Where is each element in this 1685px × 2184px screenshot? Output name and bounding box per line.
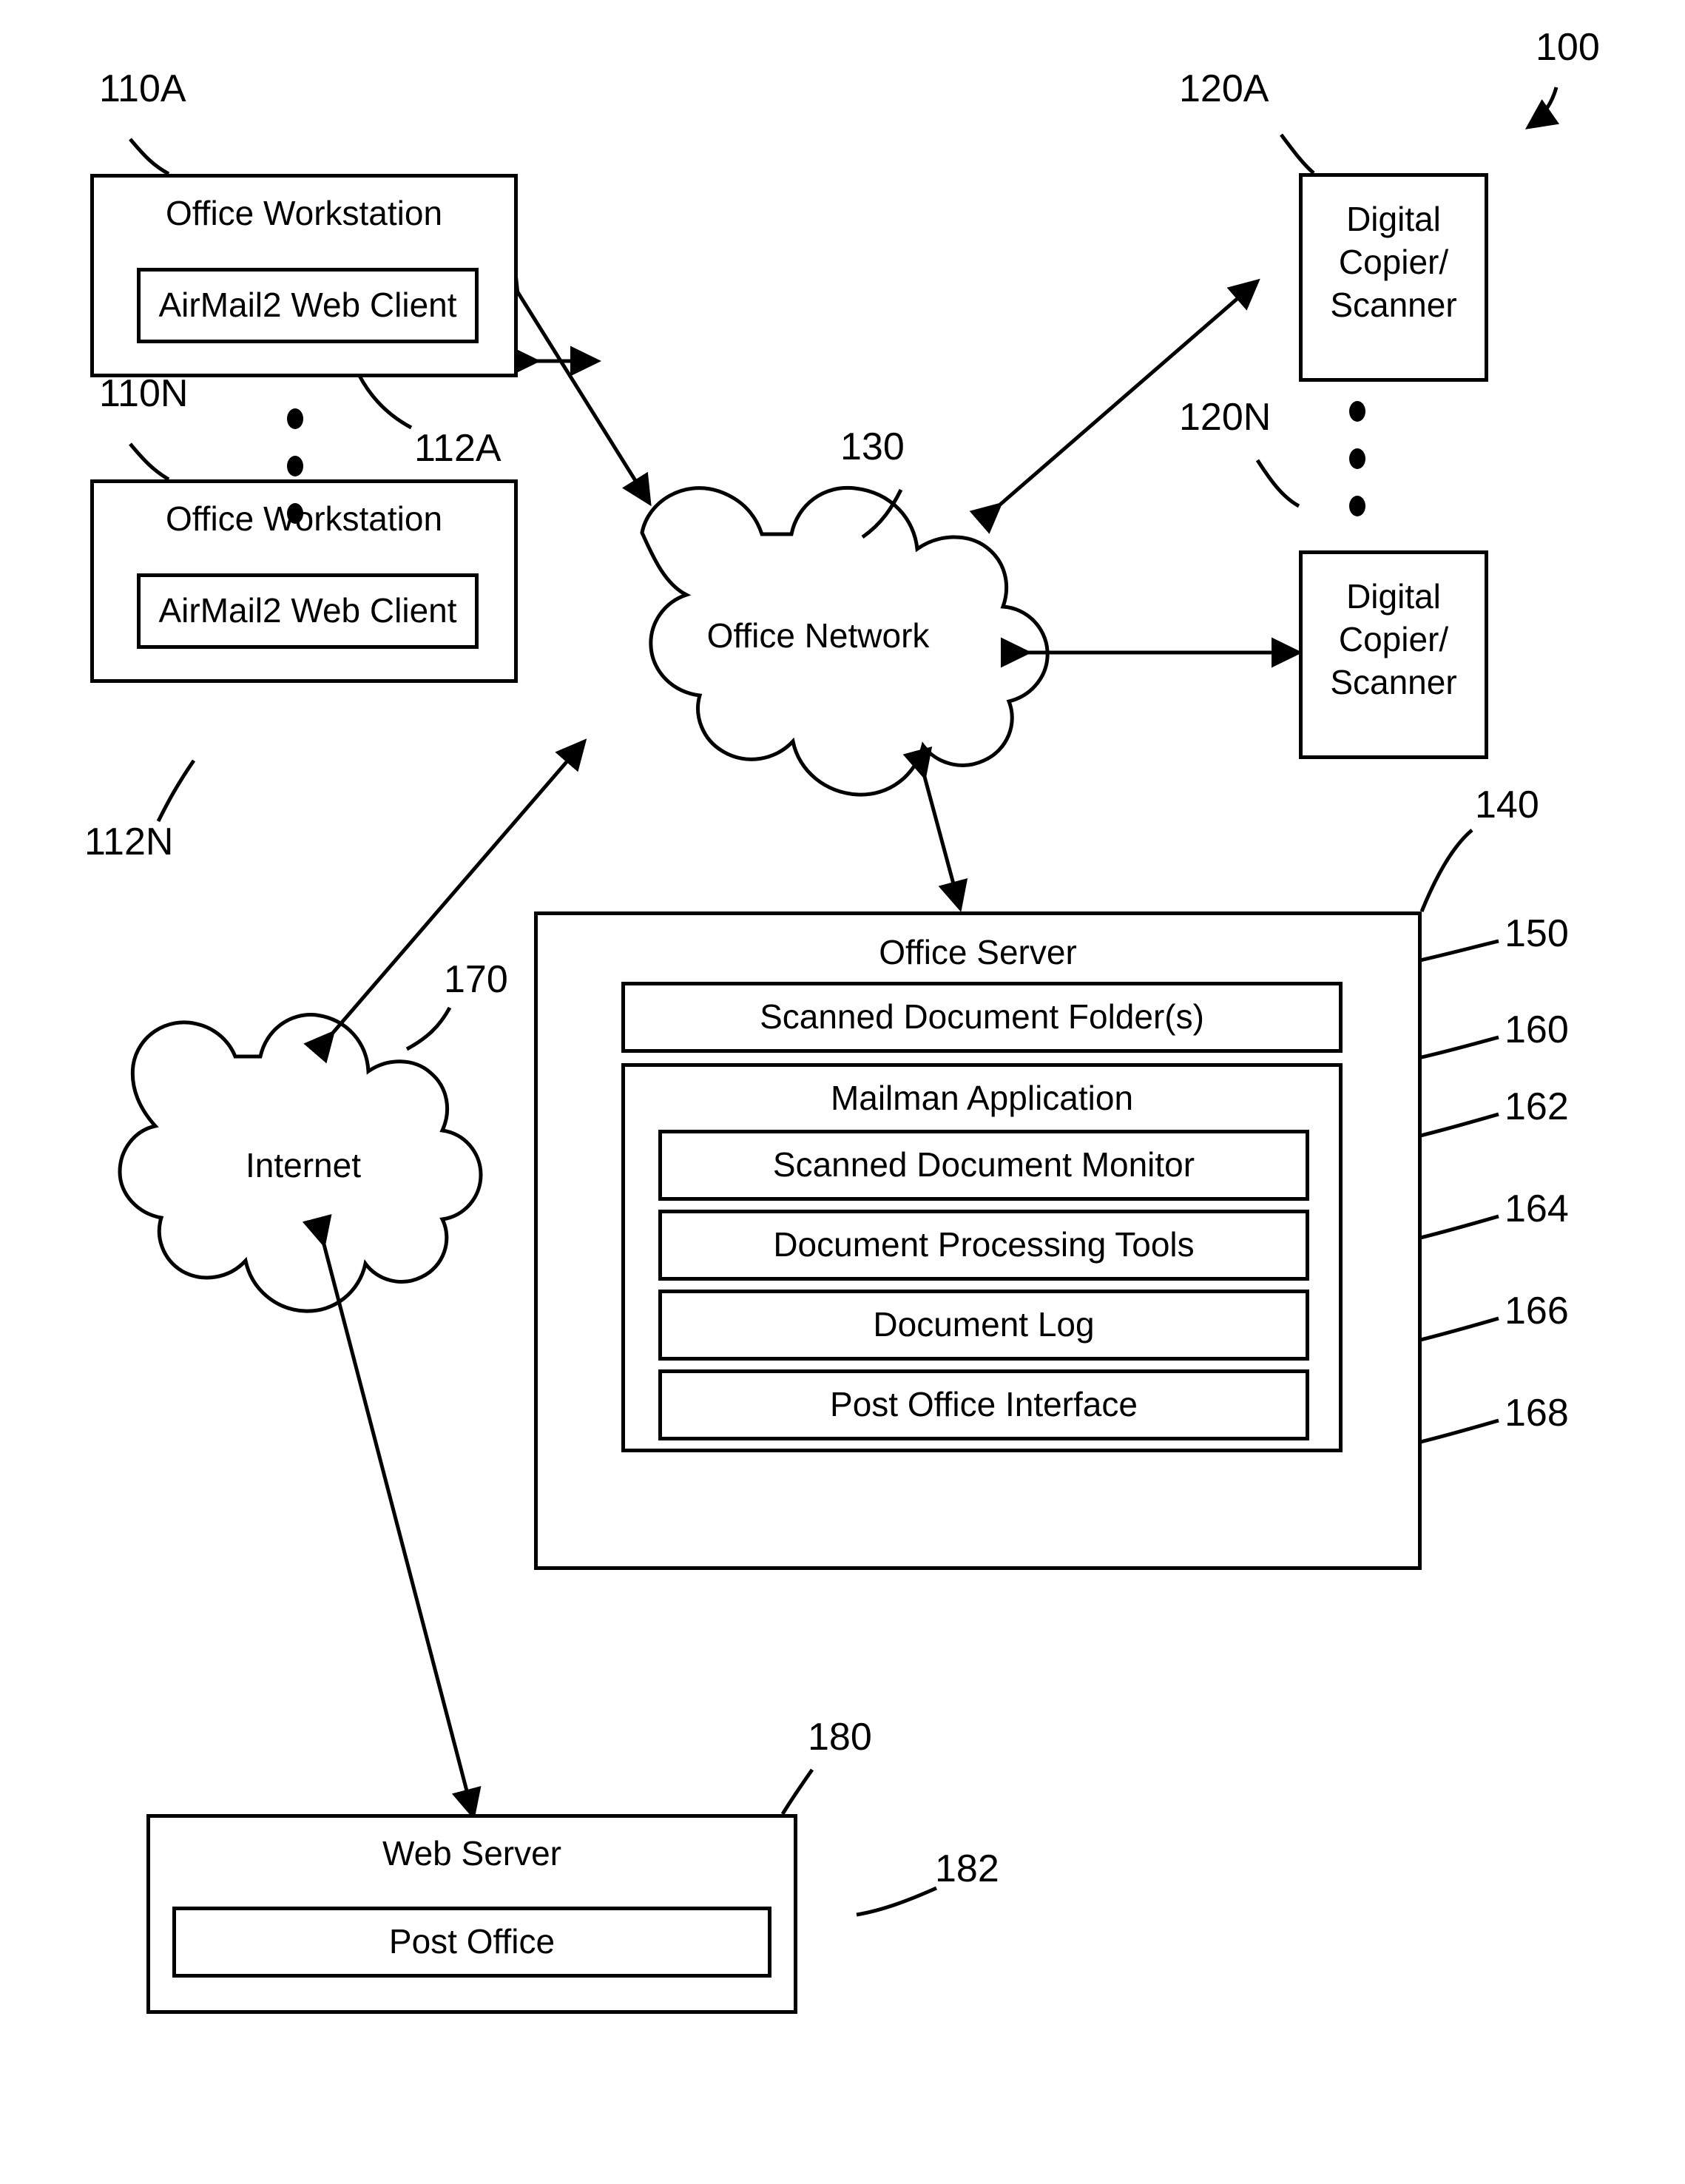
ref-182: 182 (935, 1847, 999, 1890)
leader-120n (1255, 459, 1300, 508)
ref-168: 168 (1505, 1392, 1569, 1435)
ref-110a: 110A (99, 67, 186, 110)
digital-copier-scanner-n-line2: Copier/ (1338, 620, 1449, 658)
ellipsis-dot-left-1 (287, 408, 303, 429)
office-network-label: Office Network (706, 616, 930, 655)
mailman-application-box: Mailman Application Scanned Document Mon… (621, 1063, 1343, 1452)
digital-copier-scanner-a-line3: Scanner (1330, 286, 1457, 324)
arrow-ws-a-to-network (490, 260, 652, 507)
office-server-title: Office Server (879, 933, 1077, 971)
document-log-box: Document Log (658, 1290, 1309, 1361)
ref-164: 164 (1505, 1187, 1569, 1230)
digital-copier-scanner-a-box: Digital Copier/ Scanner (1299, 173, 1488, 382)
scanned-document-monitor-box: Scanned Document Monitor (658, 1130, 1309, 1201)
mailman-application-title: Mailman Application (830, 1079, 1134, 1117)
airmail2-web-client-n-label: AirMail2 Web Client (158, 591, 457, 630)
office-workstation-a-box: Office Workstation AirMail2 Web Client (90, 174, 518, 377)
leader-110a (129, 138, 170, 176)
office-workstation-a-title: Office Workstation (165, 194, 443, 232)
ellipsis-dot-left-3 (287, 503, 303, 524)
office-server-box: Office Server Scanned Document Folder(s)… (534, 911, 1422, 1570)
leader-120a (1280, 133, 1315, 175)
ellipsis-dot-left-2 (287, 456, 303, 476)
office-workstation-n-title: Office Workstation (165, 499, 443, 538)
patent-figure: Office Workstation AirMail2 Web Client O… (0, 0, 1685, 2184)
ref-150: 150 (1505, 912, 1569, 955)
digital-copier-scanner-n-line1: Digital (1346, 577, 1441, 616)
ref-160: 160 (1505, 1008, 1569, 1051)
leader-182 (856, 1886, 938, 1917)
ellipsis-dot-right-3 (1349, 496, 1365, 516)
airmail2-web-client-a-label: AirMail2 Web Client (158, 286, 457, 325)
ellipsis-dot-right-2 (1349, 448, 1365, 469)
document-processing-tools-box: Document Processing Tools (658, 1210, 1309, 1281)
system-pointer-arrow (1524, 87, 1560, 129)
ref-170: 170 (444, 958, 508, 1001)
leader-140 (1419, 829, 1473, 912)
digital-copier-scanner-n-box: Digital Copier/ Scanner (1299, 550, 1488, 759)
ref-120n: 120N (1179, 396, 1272, 439)
leader-110n (129, 442, 170, 482)
post-office-label: Post Office (388, 1922, 556, 1961)
airmail2-web-client-n-box: AirMail2 Web Client (137, 573, 479, 649)
scanned-document-folders-box: Scanned Document Folder(s) (621, 982, 1343, 1053)
ref-180: 180 (808, 1716, 872, 1759)
ref-100: 100 (1536, 26, 1600, 69)
ref-162: 162 (1505, 1085, 1569, 1128)
arrow-network-to-server (902, 746, 968, 912)
web-server-box: Web Server Post Office (146, 1814, 797, 2014)
arrow-copier-a-to-network (969, 278, 1260, 534)
digital-copier-scanner-a-line1: Digital (1346, 200, 1441, 238)
ref-140: 140 (1475, 783, 1539, 826)
leader-180 (780, 1768, 814, 1816)
document-processing-tools-label: Document Processing Tools (773, 1225, 1195, 1264)
document-log-label: Document Log (873, 1305, 1095, 1344)
scanned-document-monitor-label: Scanned Document Monitor (772, 1145, 1195, 1184)
post-office-interface-label: Post Office Interface (830, 1385, 1138, 1424)
ref-166: 166 (1505, 1290, 1569, 1332)
post-office-box: Post Office (172, 1907, 771, 1978)
ref-112n: 112N (84, 820, 174, 863)
digital-copier-scanner-a-line2: Copier/ (1338, 243, 1449, 281)
internet-label: Internet (246, 1146, 361, 1184)
scanned-document-folders-label: Scanned Document Folder(s) (760, 997, 1204, 1037)
ellipsis-dot-right-1 (1349, 401, 1365, 422)
airmail2-web-client-a-box: AirMail2 Web Client (137, 268, 479, 343)
digital-copier-scanner-n-line3: Scanner (1330, 663, 1457, 701)
leader-112n (156, 759, 196, 823)
office-workstation-n-box: Office Workstation AirMail2 Web Client (90, 479, 518, 683)
post-office-interface-box: Post Office Interface (658, 1369, 1309, 1440)
web-server-title: Web Server (382, 1834, 562, 1873)
ref-112a: 112A (414, 427, 502, 470)
ref-110n: 110N (99, 372, 189, 415)
leader-170 (405, 1006, 452, 1051)
ref-130: 130 (840, 425, 905, 468)
leader-112a (354, 368, 413, 430)
arrow-internet-to-web-server (302, 1214, 482, 1820)
ref-120a: 120A (1179, 67, 1269, 110)
